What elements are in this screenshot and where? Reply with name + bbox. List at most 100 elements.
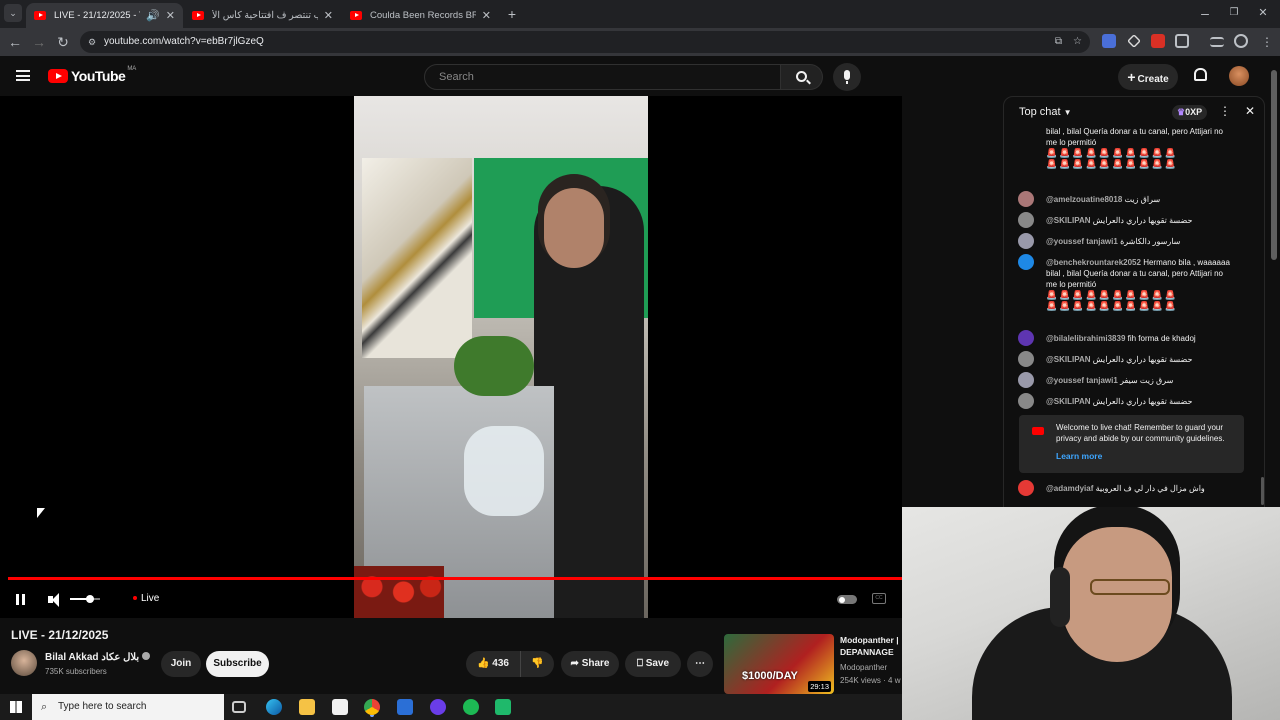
red-extension-icon[interactable]: [1151, 34, 1165, 48]
obs-icon[interactable]: [430, 699, 446, 715]
progress-bar[interactable]: [8, 577, 902, 580]
minimize-icon[interactable]: –: [1196, 4, 1214, 22]
message-author[interactable]: @benchekrountarek2052: [1046, 258, 1141, 267]
close-window-icon[interactable]: ✕: [1254, 4, 1272, 22]
video-thumbnail[interactable]: $1000/DAY 29:13: [724, 634, 834, 694]
tab-menu-icon[interactable]: ⌄: [4, 4, 22, 22]
back-icon[interactable]: ←: [6, 33, 24, 51]
audio-icon[interactable]: 🔊: [146, 9, 160, 22]
close-tab-icon[interactable]: ✕: [482, 9, 491, 22]
channel-name[interactable]: Bilal Akkad بلال عكاد: [45, 652, 150, 663]
windows-start-icon[interactable]: [10, 701, 22, 713]
close-tab-icon[interactable]: ✕: [324, 9, 333, 22]
volume-slider[interactable]: [70, 595, 100, 603]
youtube-play-logo-icon: [1032, 427, 1044, 435]
profile-icon[interactable]: [1234, 34, 1248, 48]
browser-tab-bar: ⌄ LIVE - 21/12/2025 - YouTub 🔊 ✕ المغرب …: [0, 0, 1280, 28]
search-input[interactable]: Search: [424, 64, 781, 90]
chat-more-icon[interactable]: ⋮: [1219, 104, 1231, 118]
live-indicator[interactable]: Live: [133, 593, 159, 604]
avatar[interactable]: [1018, 393, 1034, 409]
avatar[interactable]: [11, 650, 37, 676]
region-code: MA: [127, 66, 137, 72]
tab-live[interactable]: LIVE - 21/12/2025 - YouTub 🔊 ✕: [26, 3, 183, 28]
close-chat-icon[interactable]: ✕: [1245, 104, 1255, 118]
taskbar-search-input[interactable]: ⌕ Type here to search: [32, 694, 224, 720]
avatar[interactable]: [1229, 66, 1249, 86]
task-view-icon[interactable]: [232, 701, 246, 713]
avatar[interactable]: [1018, 233, 1034, 249]
store-icon[interactable]: [332, 699, 348, 715]
search-button[interactable]: [781, 64, 823, 90]
recommended-channel[interactable]: Modopanther: [840, 663, 887, 672]
bookmark-star-icon[interactable]: ☆: [1073, 31, 1082, 53]
edge-icon[interactable]: [266, 699, 282, 715]
tab-title: Coulda Been Records BROOKLY: [370, 10, 476, 21]
page-scrollbar[interactable]: [1271, 70, 1277, 260]
message-author[interactable]: @youssef tanjawi1: [1046, 237, 1118, 246]
like-button[interactable]: 👍 436: [466, 651, 520, 677]
avatar[interactable]: [1018, 191, 1034, 207]
message-author[interactable]: @SKILIPAN: [1046, 397, 1091, 406]
dislike-button[interactable]: 👎: [520, 651, 554, 677]
chrome-icon[interactable]: [364, 699, 380, 715]
message-author[interactable]: @amelzouatine8018: [1046, 195, 1122, 204]
puzzle-extension-icon[interactable]: [1175, 34, 1189, 48]
url-field[interactable]: ⚙ youtube.com/watch?v=ebBr7jlGzeQ ⧉ ☆: [80, 31, 1090, 53]
avatar[interactable]: [1018, 351, 1034, 367]
install-icon[interactable]: ⧉: [1055, 31, 1062, 53]
notifications-bell-icon[interactable]: [1194, 68, 1207, 81]
recommended-video[interactable]: $1000/DAY 29:13 Modopanther | DEPANNAGE …: [724, 634, 902, 694]
browser-menu-icon[interactable]: ⋮: [1258, 33, 1276, 51]
message-author[interactable]: @SKILIPAN: [1046, 216, 1091, 225]
volume-slider-knob[interactable]: [86, 595, 94, 603]
reload-icon[interactable]: ↻: [54, 33, 72, 51]
app-icon[interactable]: [495, 699, 511, 715]
avatar[interactable]: [1018, 212, 1034, 228]
site-info-icon[interactable]: ⚙: [88, 31, 96, 53]
message-author[interactable]: @youssef tanjawi1: [1046, 376, 1118, 385]
avatar[interactable]: [1018, 480, 1034, 496]
save-button[interactable]: ⎕ Save: [625, 651, 681, 677]
create-button[interactable]: + Create: [1118, 64, 1178, 90]
url-text: youtube.com/watch?v=ebBr7jlGzeQ: [104, 36, 264, 47]
translate-extension-icon[interactable]: [1102, 34, 1116, 48]
address-bar-row: ← → ↻ ⚙ youtube.com/watch?v=ebBr7jlGzeQ …: [0, 28, 1280, 56]
avatar[interactable]: [1018, 254, 1034, 270]
tab-morocco[interactable]: المغرب تنتصر ف افتتاحية كأس الأ ✕: [184, 3, 341, 28]
recommended-title[interactable]: Modopanther | DEPANNAGE: [840, 634, 902, 658]
hamburger-menu-icon[interactable]: [16, 70, 30, 81]
message-author[interactable]: @bilalelibrahimi3839: [1046, 334, 1125, 343]
video-player[interactable]: Live CC: [0, 96, 902, 618]
captions-icon[interactable]: CC: [872, 593, 886, 604]
learn-more-link[interactable]: Learn more: [1056, 451, 1102, 461]
join-button[interactable]: Join: [161, 651, 201, 677]
top-chat-dropdown[interactable]: Top chat ▼: [1019, 106, 1072, 118]
spotify-icon[interactable]: [463, 699, 479, 715]
xp-badge[interactable]: ♛0XP: [1172, 105, 1208, 120]
autoplay-toggle[interactable]: [837, 595, 857, 604]
welcome-text: Welcome to live chat! Remember to guard …: [1056, 423, 1225, 443]
mail-icon[interactable]: [397, 699, 413, 715]
diamond-extension-icon[interactable]: [1127, 34, 1141, 48]
file-explorer-icon[interactable]: [299, 699, 315, 715]
avatar[interactable]: [1018, 330, 1034, 346]
new-tab-icon[interactable]: +: [503, 5, 521, 23]
share-button[interactable]: ➦ Share: [561, 651, 619, 677]
forward-icon[interactable]: →: [30, 33, 48, 51]
youtube-logo[interactable]: YouTube MA: [48, 66, 137, 84]
tab-coulda-been[interactable]: Coulda Been Records BROOKLY ✕: [342, 3, 499, 28]
volume-button[interactable]: [48, 592, 64, 608]
avatar[interactable]: [1018, 372, 1034, 388]
voice-search-button[interactable]: [833, 63, 861, 91]
pause-button[interactable]: [14, 593, 28, 607]
media-control-icon[interactable]: [1210, 37, 1224, 47]
message-author[interactable]: @adamdyiaf: [1046, 484, 1093, 493]
siren-emoji-row: 🚨🚨🚨🚨🚨🚨🚨🚨🚨🚨: [1046, 301, 1179, 311]
more-actions-button[interactable]: ⋯: [687, 651, 713, 677]
restore-icon[interactable]: ❐: [1225, 4, 1243, 22]
message-author[interactable]: @SKILIPAN: [1046, 355, 1091, 364]
chat-scrollbar[interactable]: [1261, 477, 1264, 505]
subscribe-button[interactable]: Subscribe: [206, 651, 269, 677]
close-tab-icon[interactable]: ✕: [166, 9, 175, 22]
